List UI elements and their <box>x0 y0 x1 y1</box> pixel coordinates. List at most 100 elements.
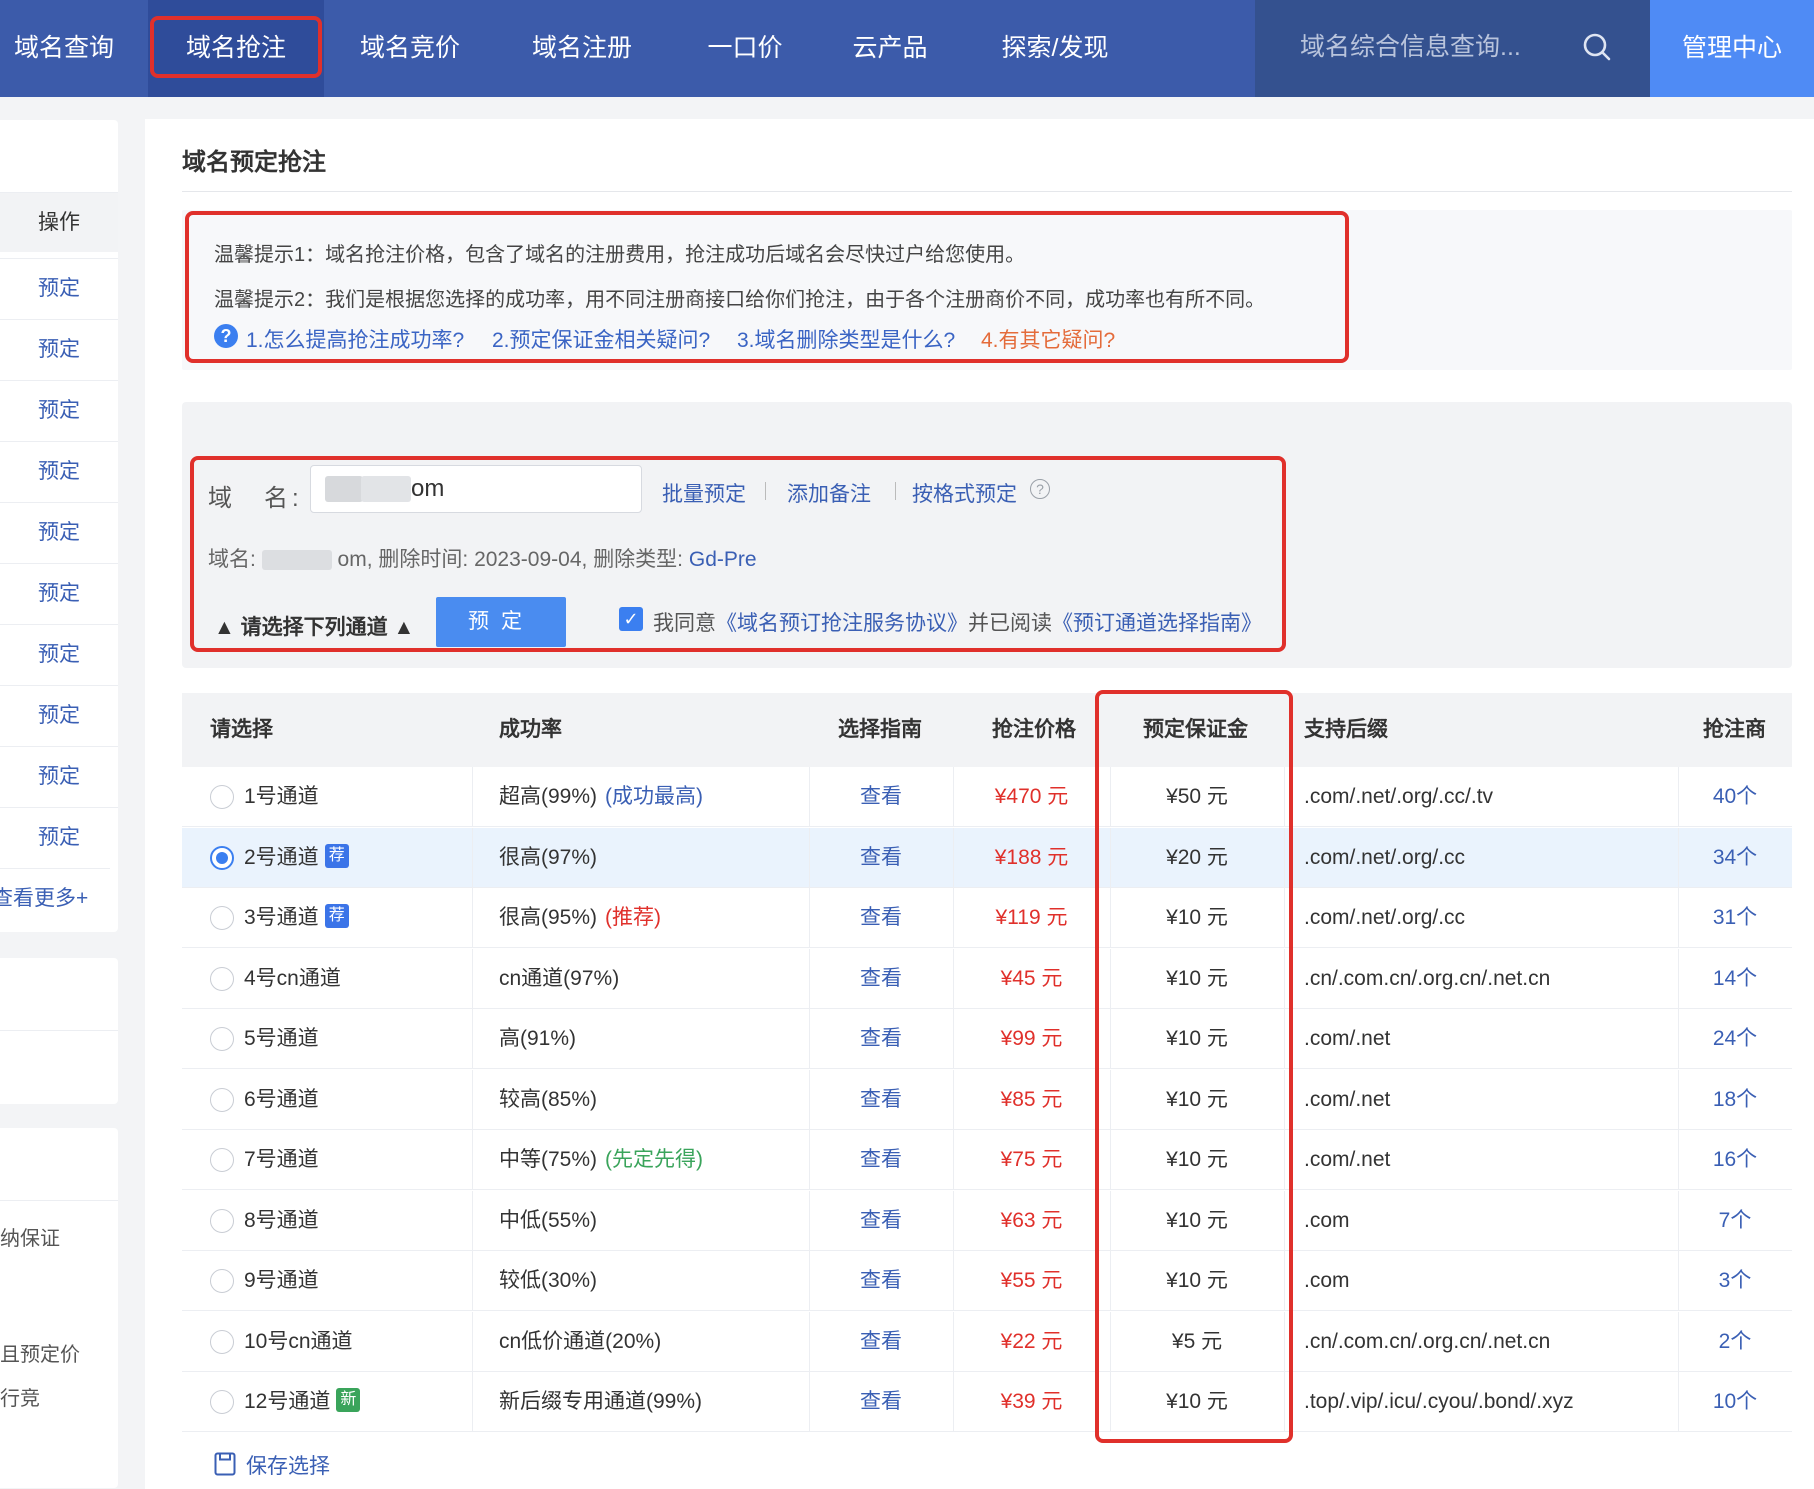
guide-link[interactable]: 查看 <box>809 1251 953 1311</box>
column-divider <box>1110 888 1111 948</box>
channel-name: 10号cn通道 <box>244 1312 353 1372</box>
sidebar-reserve-link[interactable]: 预定 <box>0 563 118 623</box>
batch-reserve-link[interactable]: 批量预定 <box>662 478 746 508</box>
sidebar-reserve-link[interactable]: 预定 <box>0 807 118 867</box>
table-row[interactable]: 10号cn通道 cn低价通道(20%) 查看 ¥22 元 ¥5 元 .cn/.com.cn… <box>182 1311 1792 1372</box>
nav-search-box[interactable]: 域名综合信息查询... <box>1255 0 1650 97</box>
nav-explore[interactable]: 探索/发现 <box>990 0 1120 97</box>
column-divider <box>809 1069 810 1130</box>
channel-radio[interactable] <box>210 845 234 870</box>
guide-link[interactable]: 查看 <box>809 949 953 1009</box>
success-rate-text: 中等(75%) <box>499 1148 598 1171</box>
domain-input[interactable]: om <box>310 465 642 513</box>
save-icon[interactable] <box>214 1452 236 1476</box>
faq-link-1[interactable]: 1.怎么提高抢注成功率? <box>246 324 464 354</box>
redacted-text <box>361 476 411 502</box>
table-row[interactable]: 2号通道荐 很高(97%) 查看 ¥188 元 ¥20 元 .com/.net/.org/… <box>182 827 1792 888</box>
nav-domain-query[interactable]: 域名查询 <box>0 0 128 97</box>
table-row[interactable]: 6号通道 较高(85%) 查看 ¥85 元 ¥10 元 .com/.net 18个 <box>182 1069 1792 1130</box>
table-row[interactable]: 8号通道 中低(55%) 查看 ¥63 元 ¥10 元 .com 7个 <box>182 1190 1792 1251</box>
nav-domain-register[interactable]: 域名注册 <box>512 0 652 97</box>
table-row[interactable]: 5号通道 高(91%) 查看 ¥99 元 ¥10 元 .com/.net 24个 <box>182 1009 1792 1069</box>
registrar-count-link[interactable]: 34个 <box>1678 828 1792 888</box>
channel-toggle[interactable]: ▲ 请选择下列通道 ▲ <box>214 611 414 641</box>
registrar-count-link[interactable]: 24个 <box>1678 1009 1792 1069</box>
column-divider <box>1678 948 1679 1009</box>
guide-link[interactable]: 查看 <box>809 1312 953 1372</box>
registrar-count-link[interactable]: 18个 <box>1678 1070 1792 1130</box>
agree-checkbox[interactable]: ✓ <box>619 607 643 631</box>
channel-radio[interactable] <box>210 966 234 991</box>
guide-link[interactable]: 查看 <box>809 1130 953 1190</box>
sidebar-reserve-link[interactable]: 预定 <box>0 441 118 501</box>
nav-domain-snap[interactable]: 域名抢注 <box>148 0 324 97</box>
registrar-count-link[interactable]: 2个 <box>1678 1312 1792 1372</box>
channel-radio[interactable] <box>210 1087 234 1112</box>
registrar-count-link[interactable]: 3个 <box>1678 1251 1792 1311</box>
success-rate-text: 新后缀专用通道(99%) <box>499 1390 703 1413</box>
registrar-count-link[interactable]: 7个 <box>1678 1191 1792 1251</box>
sidebar-reserve-link[interactable]: 预定 <box>0 746 118 806</box>
registrar-count-link[interactable]: 10个 <box>1678 1372 1792 1432</box>
info-delete-type[interactable]: Gd-Pre <box>689 548 757 571</box>
format-reserve-link[interactable]: 按格式预定 <box>912 478 1017 508</box>
deposit-amount: ¥5 元 <box>1171 1329 1223 1353</box>
registrar-count-link[interactable]: 14个 <box>1678 949 1792 1009</box>
guide-link[interactable]: 查看 <box>809 828 953 888</box>
channel-radio[interactable] <box>210 1269 234 1293</box>
table-row[interactable]: 9号通道 较低(30%) 查看 ¥55 元 ¥10 元 .com 3个 <box>182 1251 1792 1311</box>
deposit-amount: ¥10 元 <box>1166 906 1228 929</box>
guide-link[interactable]: 查看 <box>809 1070 953 1130</box>
channel-radio[interactable] <box>210 1027 234 1051</box>
channel-radio[interactable] <box>210 1148 234 1172</box>
info-delete-label: 删除时间: <box>378 548 469 571</box>
registrar-count-link[interactable]: 31个 <box>1678 888 1792 948</box>
search-input[interactable]: 域名综合信息查询... <box>1300 0 1521 95</box>
channel-radio[interactable] <box>210 1329 234 1354</box>
registrar-count-link[interactable]: 16个 <box>1678 1130 1792 1190</box>
channel-radio[interactable] <box>210 1390 234 1414</box>
service-agreement-link[interactable]: 《域名预订抢注服务协议》 <box>716 612 968 635</box>
search-icon[interactable] <box>1582 32 1612 62</box>
admin-center-button[interactable]: 管理中心 <box>1650 0 1814 97</box>
guide-link[interactable]: 查看 <box>809 1191 953 1251</box>
faq-link-2[interactable]: 2.预定保证金相关疑问? <box>492 324 710 354</box>
guide-link[interactable]: 查看 <box>809 1009 953 1069</box>
sidebar-reserve-link[interactable]: 预定 <box>0 624 118 684</box>
column-divider <box>809 888 810 948</box>
reserve-button[interactable]: 预定 <box>436 597 566 647</box>
sidebar-card-3: 纳保证 且预定价 行竞 <box>0 1128 118 1488</box>
channel-name: 5号通道 <box>244 1009 319 1069</box>
sidebar-reserve-link[interactable]: 预定 <box>0 380 118 440</box>
channel-radio[interactable] <box>210 906 234 930</box>
guide-link[interactable]: 查看 <box>809 1372 953 1432</box>
add-note-link[interactable]: 添加备注 <box>787 478 871 508</box>
column-divider <box>809 1372 810 1432</box>
nav-fixed-price[interactable]: 一口价 <box>690 0 800 97</box>
table-row[interactable]: 7号通道 中等(75%) (先定先得) 查看 ¥75 元 ¥10 元 .com/.net 16… <box>182 1130 1792 1190</box>
column-divider <box>1284 767 1285 827</box>
sidebar-reserve-link[interactable]: 预定 <box>0 502 118 562</box>
table-row[interactable]: 12号通道新 新后缀专用通道(99%) 查看 ¥39 元 ¥10 元 .top/.vip/… <box>182 1372 1792 1432</box>
save-selection-link[interactable]: 保存选择 <box>246 1450 330 1480</box>
question-icon[interactable]: ? <box>1030 479 1050 499</box>
guide-link[interactable]: 查看 <box>809 767 953 827</box>
sidebar-reserve-link[interactable]: 预定 <box>0 319 118 379</box>
table-row[interactable]: 3号通道荐 很高(95%) (推荐) 查看 ¥119 元 ¥10 元 .com/.net/.… <box>182 888 1792 948</box>
column-divider <box>953 1009 954 1069</box>
sidebar-view-more-link[interactable]: 查看更多+ <box>0 868 110 928</box>
faq-link-3[interactable]: 3.域名删除类型是什么? <box>737 324 955 354</box>
nav-domain-auction[interactable]: 域名竞价 <box>340 0 480 97</box>
sidebar-reserve-link[interactable]: 预定 <box>0 258 118 318</box>
table-row[interactable]: 4号cn通道 cn通道(97%) 查看 ¥45 元 ¥10 元 .cn/.com.cn/.… <box>182 948 1792 1009</box>
channel-guide-link[interactable]: 《预订通道选择指南》 <box>1052 612 1262 635</box>
table-row[interactable]: 1号通道 超高(99%) (成功最高) 查看 ¥470 元 ¥50 元 .com/.net/… <box>182 767 1792 827</box>
channel-radio[interactable] <box>210 785 234 809</box>
nav-cloud-products[interactable]: 云产品 <box>838 0 942 97</box>
channel-radio[interactable] <box>210 1208 234 1233</box>
faq-link-4[interactable]: 4.有其它疑问? <box>981 324 1115 354</box>
channel-name-text: 9号通道 <box>244 1269 319 1292</box>
sidebar-reserve-link[interactable]: 预定 <box>0 685 118 745</box>
guide-link[interactable]: 查看 <box>809 888 953 948</box>
registrar-count-link[interactable]: 40个 <box>1678 767 1792 827</box>
